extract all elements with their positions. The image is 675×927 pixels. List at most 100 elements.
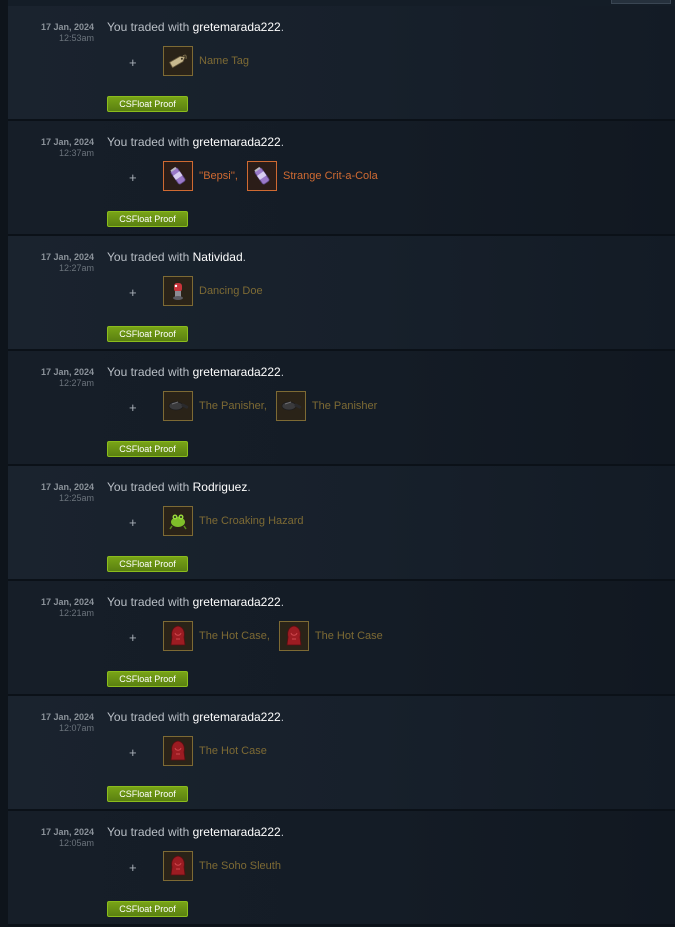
trade-description: You traded with Rodriguez.: [107, 480, 251, 494]
trade-time: 12:21am: [58, 608, 94, 618]
trade-suffix: .: [280, 20, 285, 34]
trade-partner-link[interactable]: gretemarada222: [193, 135, 281, 149]
csfloat-proof-button[interactable]: CSFloat Proof: [107, 901, 188, 917]
item-thumbnail[interactable]: [278, 621, 309, 651]
item-thumbnail[interactable]: [163, 851, 193, 881]
csfloat-proof-button[interactable]: CSFloat Proof: [107, 441, 188, 457]
soda-can-icon: [251, 165, 273, 187]
trade-date: 17 Jan, 2024: [40, 597, 94, 607]
top-tab: [611, 0, 671, 4]
csfloat-proof-button[interactable]: CSFloat Proof: [107, 96, 188, 112]
trade-partner-link[interactable]: gretemarada222: [193, 710, 281, 724]
trade-suffix: .: [280, 710, 285, 724]
trade-date: 17 Jan, 2024: [40, 137, 94, 147]
item-name[interactable]: ''Bepsi'',: [199, 169, 238, 183]
trade-partner-link[interactable]: gretemarada222: [193, 20, 281, 34]
item-thumbnail[interactable]: [163, 391, 193, 421]
trade-item[interactable]: The Panisher,: [163, 391, 267, 421]
trade-partner-link[interactable]: gretemarada222: [193, 595, 281, 609]
trade-row: 17 Jan, 2024 12:27am You traded with Nat…: [8, 236, 675, 351]
trade-date: 17 Jan, 2024: [40, 482, 94, 492]
item-name[interactable]: The Croaking Hazard: [199, 514, 304, 528]
trade-prefix: You traded with: [107, 20, 193, 34]
trade-time: 12:25am: [58, 493, 94, 503]
item-name[interactable]: The Panisher: [312, 399, 377, 413]
trade-suffix: .: [242, 250, 246, 264]
item-thumbnail[interactable]: [163, 506, 193, 536]
trade-suffix: .: [280, 595, 285, 609]
trade-item[interactable]: The Croaking Hazard: [163, 506, 304, 536]
item-name[interactable]: The Hot Case: [315, 629, 383, 643]
item-name[interactable]: The Panisher,: [199, 399, 267, 413]
received-items: ''Bepsi'', Strange Crit-a-Cola: [163, 161, 387, 191]
trade-partner-link[interactable]: Rodriguez: [193, 480, 248, 494]
trade-description: You traded with gretemarada222.: [107, 135, 284, 149]
frying-pan-icon: [279, 395, 303, 417]
trade-item[interactable]: The Panisher: [275, 391, 377, 421]
received-items: The Soho Sleuth: [163, 851, 290, 881]
trade-prefix: You traded with: [107, 250, 193, 264]
trade-item[interactable]: The Soho Sleuth: [163, 851, 281, 881]
trade-description: You traded with gretemarada222.: [107, 710, 284, 724]
trade-prefix: You traded with: [107, 135, 193, 149]
item-thumbnail[interactable]: [163, 161, 193, 191]
trade-description: You traded with gretemarada222.: [107, 365, 284, 379]
trade-suffix: .: [280, 365, 285, 379]
csfloat-proof-button[interactable]: CSFloat Proof: [107, 786, 188, 802]
received-plus-sign: +: [129, 630, 137, 645]
trade-partner-link[interactable]: gretemarada222: [193, 825, 281, 839]
trade-row: 17 Jan, 2024 12:37am You traded with gre…: [8, 121, 675, 236]
trade-row: 17 Jan, 2024 12:53am You traded with gre…: [8, 6, 675, 121]
trade-prefix: You traded with: [107, 825, 193, 839]
received-items: Dancing Doe: [163, 276, 272, 306]
item-name[interactable]: The Hot Case: [199, 744, 267, 758]
received-plus-sign: +: [129, 860, 137, 875]
received-plus-sign: +: [129, 745, 137, 760]
trade-item[interactable]: The Hot Case,: [163, 621, 270, 651]
csfloat-proof-button[interactable]: CSFloat Proof: [107, 326, 188, 342]
trade-time: 12:07am: [58, 723, 94, 733]
trade-item[interactable]: Strange Crit-a-Cola: [246, 161, 378, 191]
item-name[interactable]: Name Tag: [199, 54, 249, 68]
trade-row: 17 Jan, 2024 12:05am You traded with gre…: [8, 811, 675, 926]
trade-prefix: You traded with: [107, 595, 193, 609]
trade-suffix: .: [280, 825, 285, 839]
trade-rows: 17 Jan, 2024 12:53am You traded with gre…: [8, 6, 675, 926]
item-thumbnail[interactable]: [163, 46, 193, 76]
item-name[interactable]: The Hot Case,: [199, 629, 270, 643]
csfloat-proof-button[interactable]: CSFloat Proof: [107, 671, 188, 687]
trade-time: 12:05am: [58, 838, 94, 848]
trade-suffix: .: [247, 480, 251, 494]
item-name[interactable]: The Soho Sleuth: [199, 859, 281, 873]
trade-time: 12:53am: [58, 33, 94, 43]
item-thumbnail[interactable]: [275, 391, 306, 421]
trade-suffix: .: [280, 135, 285, 149]
trade-partner-link[interactable]: Natividad: [193, 250, 243, 264]
csfloat-proof-button[interactable]: CSFloat Proof: [107, 556, 188, 572]
name-tag-icon: [167, 50, 189, 72]
trade-item[interactable]: The Hot Case: [278, 621, 383, 651]
csfloat-proof-button[interactable]: CSFloat Proof: [107, 211, 188, 227]
received-plus-sign: +: [129, 515, 137, 530]
trade-date: 17 Jan, 2024: [40, 827, 94, 837]
item-thumbnail[interactable]: [163, 736, 193, 766]
trade-date: 17 Jan, 2024: [40, 22, 94, 32]
trade-item[interactable]: ''Bepsi'',: [163, 161, 238, 191]
received-plus-sign: +: [129, 285, 137, 300]
red-hood-icon: [167, 739, 189, 763]
trade-item[interactable]: Name Tag: [163, 46, 249, 76]
received-items: The Hot Case, The Hot Case: [163, 621, 392, 651]
item-thumbnail[interactable]: [163, 276, 193, 306]
frog-icon: [167, 510, 189, 532]
trade-partner-link[interactable]: gretemarada222: [193, 365, 281, 379]
item-thumbnail[interactable]: [163, 621, 193, 651]
trade-time: 12:27am: [58, 263, 94, 273]
item-thumbnail[interactable]: [246, 161, 277, 191]
item-name[interactable]: Dancing Doe: [199, 284, 263, 298]
trade-item[interactable]: The Hot Case: [163, 736, 267, 766]
trade-description: You traded with gretemarada222.: [107, 20, 284, 34]
trade-item[interactable]: Dancing Doe: [163, 276, 263, 306]
received-plus-sign: +: [129, 400, 137, 415]
soda-can-icon: [167, 165, 189, 187]
item-name[interactable]: Strange Crit-a-Cola: [283, 169, 378, 183]
